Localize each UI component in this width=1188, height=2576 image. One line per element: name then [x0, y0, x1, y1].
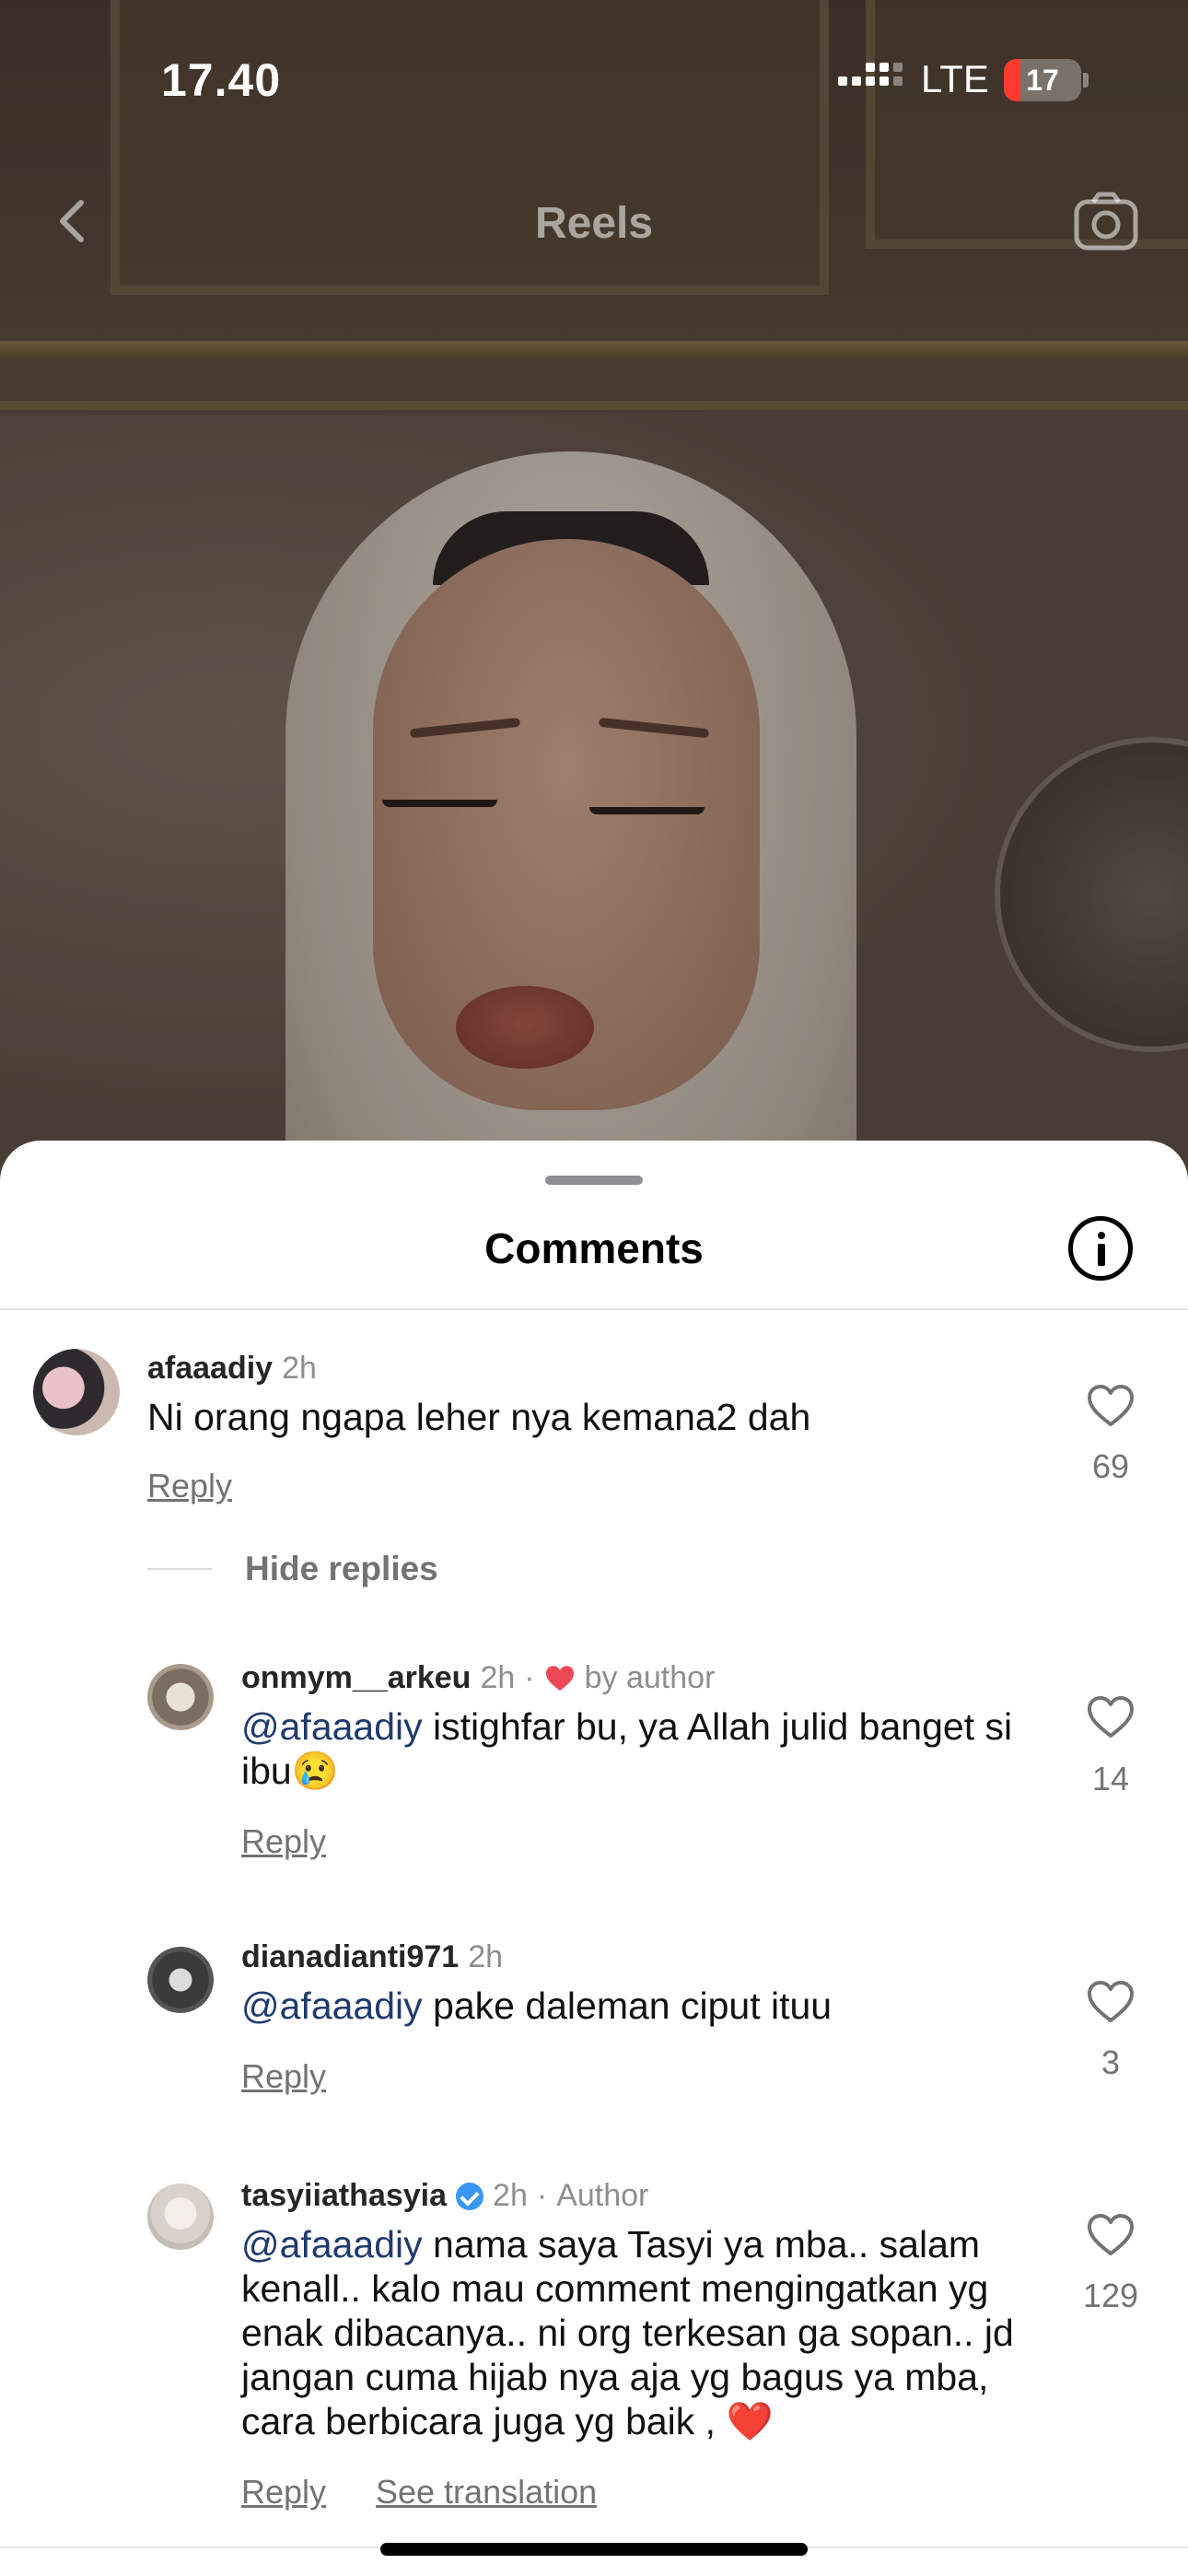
network-type: LTE	[921, 57, 989, 100]
author-badge: Author	[556, 2178, 649, 2213]
header-divider	[0, 1308, 1188, 1310]
heart-filled-icon	[544, 1664, 576, 1693]
battery-level: 17	[1026, 64, 1059, 97]
like-count: 3	[1101, 2043, 1121, 2081]
heart-outline-icon[interactable]	[1085, 1695, 1136, 1744]
comment-time: 2h	[282, 1351, 317, 1386]
avatar[interactable]	[147, 2184, 214, 2250]
comment-time: 2h	[480, 1660, 516, 1695]
meta-separator: ·	[524, 1660, 535, 1695]
sheet-title: Comments	[484, 1224, 704, 1272]
hide-replies-label: Hide replies	[245, 1550, 438, 1587]
comment-time: 2h	[493, 2178, 528, 2213]
comment-text: @afaaadiy pake daleman ciput ituu	[241, 1984, 1033, 2028]
crying-emoji: 😢	[291, 1750, 339, 1792]
reply-button[interactable]: Reply	[241, 2473, 326, 2512]
avatar[interactable]	[147, 1664, 214, 1730]
comment-text: Ni orang ngapa leher nya kemana2 dah	[147, 1396, 811, 1438]
video-dim-overlay	[0, 0, 1188, 1198]
status-time: 17.40	[161, 54, 282, 106]
comments-sheet: Comments afaaadiy 2h Ni orang ngapa lehe…	[0, 1141, 1188, 2576]
reply-button[interactable]: Reply	[241, 1822, 326, 1861]
mention-link[interactable]: @afaaadiy	[241, 1985, 423, 2027]
camera-icon[interactable]	[1073, 191, 1139, 252]
hide-replies-button[interactable]: Hide replies	[147, 1550, 438, 1588]
heart-outline-icon[interactable]	[1085, 1980, 1136, 2029]
comment-username[interactable]: onmym__arkeu	[241, 1660, 471, 1696]
mention-link[interactable]: @afaaadiy	[241, 1705, 423, 1748]
comment-username[interactable]: dianadianti971	[241, 1939, 459, 1975]
comment-username[interactable]: afaaadiy	[147, 1351, 273, 1387]
battery-tip	[1083, 73, 1089, 88]
info-icon[interactable]	[1068, 1216, 1133, 1281]
cellular-signal-icon	[838, 63, 903, 86]
comment-time: 2h	[468, 1939, 504, 1974]
reel-video[interactable]	[0, 0, 1188, 1198]
comment-body: pake daleman ciput ituu	[422, 1985, 833, 2027]
like-count: 129	[1082, 2277, 1139, 2314]
liked-by-author-badge: by author	[584, 1660, 716, 1695]
comment-text: @afaaadiy nama saya Tasyi ya mba.. salam…	[241, 2222, 1033, 2443]
sheet-grabber[interactable]	[545, 1176, 643, 1185]
reply-button[interactable]: Reply	[147, 1467, 232, 1505]
like-count: 69	[1091, 1447, 1130, 1485]
mention-link[interactable]: @afaaadiy	[241, 2223, 423, 2266]
heart-outline-icon[interactable]	[1085, 2213, 1136, 2262]
comment-username[interactable]: tasyiiathasyia	[241, 2178, 447, 2214]
avatar[interactable]	[33, 1349, 120, 1435]
comment-text: @afaaadiy istighfar bu, ya Allah julid b…	[241, 1704, 1033, 1793]
like-count: 14	[1091, 1760, 1130, 1797]
home-indicator[interactable]	[380, 2543, 808, 2556]
see-translation-button[interactable]: See translation	[376, 2473, 597, 2512]
nav-title: Reels	[534, 199, 654, 248]
verified-badge-icon	[456, 2182, 484, 2210]
heart-outline-icon[interactable]	[1085, 1384, 1136, 1433]
heart-emoji: ❤️	[726, 2400, 774, 2442]
avatar[interactable]	[147, 1947, 214, 2013]
meta-separator: ·	[536, 2178, 548, 2213]
reply-button[interactable]: Reply	[241, 2057, 326, 2096]
battery-icon: 17	[1004, 59, 1081, 101]
